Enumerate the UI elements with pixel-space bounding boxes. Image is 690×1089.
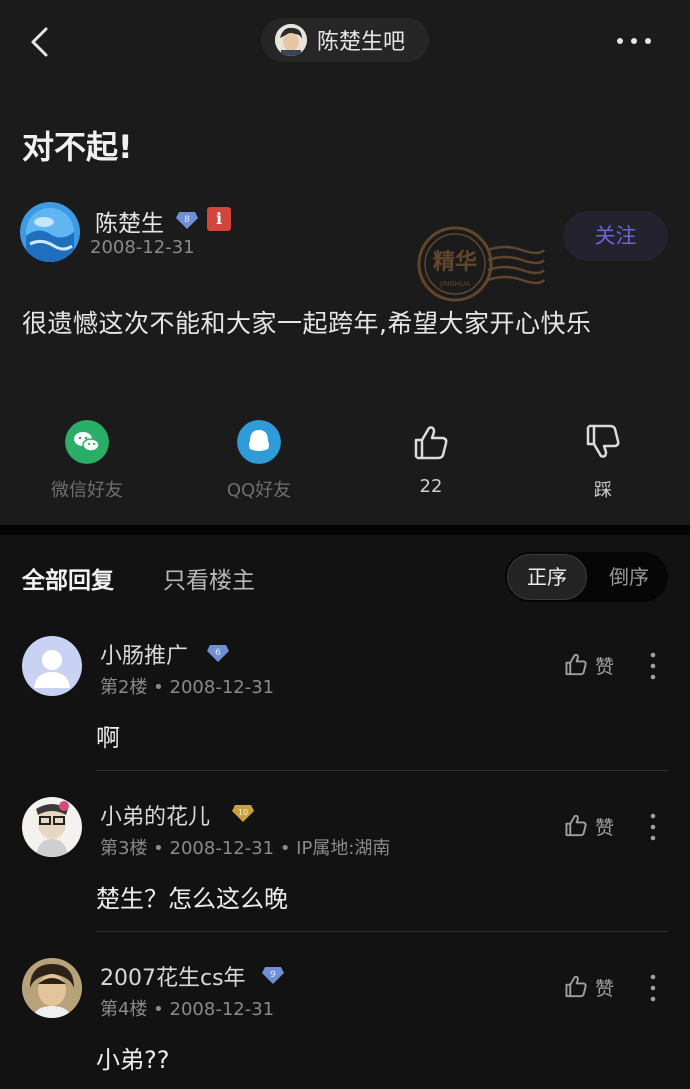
chevron-left-icon[interactable]: [24, 24, 60, 60]
level-badge-icon: 10: [232, 805, 254, 822]
share-qq-button[interactable]: QQ好友: [199, 420, 319, 502]
forum-avatar: [275, 24, 307, 56]
dislike-button[interactable]: 踩: [543, 420, 663, 502]
reply-item: 小弟的花儿 10 第3楼 • 2008-12-31 • IP属地:湖南 赞 楚生…: [0, 797, 690, 959]
share-wechat-button[interactable]: 微信好友: [27, 420, 147, 502]
reply-like-button[interactable]: 赞: [562, 811, 622, 841]
like-button[interactable]: 22: [371, 420, 491, 497]
info-badge-icon: i: [207, 207, 231, 231]
reply-username[interactable]: 2007花生cs年: [100, 960, 246, 992]
reply-item: 2007花生cs年 9 第4楼 • 2008-12-31 赞 小弟??: [0, 958, 690, 1089]
reply-like-label: 赞: [595, 978, 615, 1000]
more-dots-icon[interactable]: [616, 36, 652, 46]
qq-icon: [237, 420, 281, 464]
more-vertical-icon[interactable]: [650, 813, 656, 841]
like-count: 22: [419, 476, 443, 497]
share-qq-label: QQ好友: [226, 480, 292, 501]
replies-header: 全部回复 只看楼主 正序 倒序: [0, 535, 690, 625]
reply-like-button[interactable]: 赞: [562, 650, 622, 680]
thumbs-up-icon: [414, 426, 448, 460]
svg-text:10: 10: [238, 808, 248, 817]
post-body: 很遗憾这次不能和大家一起跨年,希望大家开心快乐: [22, 309, 592, 338]
reply-like-label: 赞: [595, 656, 615, 678]
reply-meta: 第4楼 • 2008-12-31: [100, 999, 275, 1020]
reply-username[interactable]: 小弟的花儿: [100, 799, 210, 831]
wechat-icon: [65, 420, 109, 464]
avatar[interactable]: [22, 636, 82, 696]
sort-descending-button[interactable]: 倒序: [591, 554, 667, 600]
reply-username[interactable]: 小肠推广: [100, 638, 188, 670]
level-badge-icon: 9: [262, 967, 284, 984]
top-bar: 陈楚生吧: [0, 0, 690, 84]
post-card: 对不起! 陈楚生 8 i 2008-12-31 关注 精华 JINGHUA 很遗…: [0, 84, 690, 525]
thumbs-up-icon: [565, 975, 587, 998]
author-avatar[interactable]: [20, 202, 80, 262]
more-vertical-icon[interactable]: [650, 652, 656, 680]
avatar[interactable]: [22, 797, 82, 857]
follow-button[interactable]: 关注: [563, 211, 668, 261]
reply-item: 小肠推广 6 第2楼 • 2008-12-31 赞 啊: [0, 636, 690, 798]
reply-divider: [96, 931, 668, 932]
thumbs-down-icon: [586, 424, 620, 458]
level-badge-icon: 8: [176, 212, 198, 229]
reply-meta: 第2楼 • 2008-12-31: [100, 677, 275, 698]
sort-ascending-button[interactable]: 正序: [507, 554, 587, 600]
thumbs-up-icon: [565, 653, 587, 676]
tab-only-op[interactable]: 只看楼主: [163, 561, 255, 595]
reply-text: 小弟??: [96, 1046, 170, 1074]
reply-like-button[interactable]: 赞: [562, 972, 622, 1002]
avatar[interactable]: [22, 958, 82, 1018]
section-divider: [0, 525, 690, 535]
level-badge-icon: 6: [207, 645, 229, 662]
reply-like-label: 赞: [595, 817, 615, 839]
svg-text:JINGHUA: JINGHUA: [439, 280, 470, 288]
dislike-label: 踩: [594, 480, 612, 501]
reply-meta: 第3楼 • 2008-12-31 • IP属地:湖南: [100, 838, 391, 859]
thumbs-up-icon: [565, 814, 587, 837]
svg-text:9: 9: [270, 970, 276, 980]
author-name[interactable]: 陈楚生: [95, 204, 164, 238]
action-row: 微信好友 QQ好友 22 踩: [0, 420, 690, 502]
author-date: 2008-12-31: [90, 237, 195, 258]
svg-text:8: 8: [184, 215, 190, 225]
reply-text: 楚生？怎么这么晚: [96, 885, 288, 913]
forum-pill[interactable]: 陈楚生吧: [261, 18, 429, 62]
jinghua-stamp-icon: 精华 JINGHUA: [417, 226, 545, 302]
reply-divider: [96, 770, 668, 771]
svg-text:6: 6: [215, 648, 221, 658]
sort-toggle: 正序 倒序: [505, 552, 668, 602]
share-wechat-label: 微信好友: [51, 480, 123, 501]
forum-name: 陈楚生吧: [317, 30, 406, 55]
post-title: 对不起!: [22, 128, 133, 166]
tab-all-replies[interactable]: 全部回复: [22, 561, 114, 595]
svg-text:精华: 精华: [433, 249, 477, 275]
reply-text: 啊: [96, 724, 120, 752]
more-vertical-icon[interactable]: [650, 974, 656, 1002]
